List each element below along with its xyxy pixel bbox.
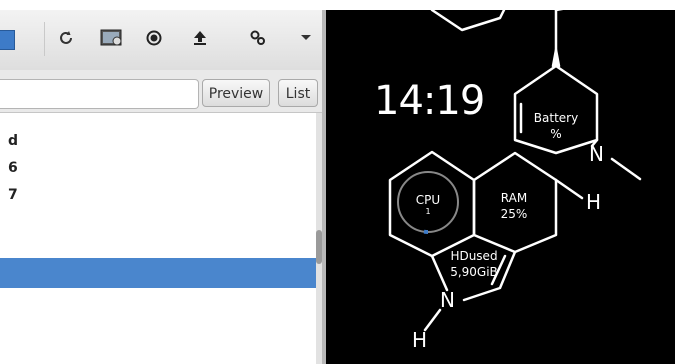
clock: 14:19 xyxy=(374,78,485,124)
hd-value: 5,90GiB xyxy=(450,265,498,279)
h-bond-1 xyxy=(554,178,584,200)
molecule-diagram xyxy=(388,2,642,332)
ram-widget: RAM 25% xyxy=(488,190,540,222)
cpu-widget: CPU 1 xyxy=(404,193,452,217)
nitrogen-atom-label: N xyxy=(589,142,604,166)
ram-value: 25% xyxy=(500,207,528,221)
hydrogen-atom-label: H xyxy=(586,190,602,214)
top-ring-bond xyxy=(430,8,506,32)
hydrogen-atom-label: H xyxy=(412,328,428,352)
wedge-bond xyxy=(551,48,561,68)
hd-widget: HDused 5,90GiB xyxy=(438,248,510,280)
nh-bond xyxy=(423,308,442,332)
hd-label: HDused xyxy=(450,249,498,263)
nitrogen-atom-label: N xyxy=(440,288,455,312)
ram-label: RAM xyxy=(500,191,528,205)
battery-label: Battery xyxy=(533,111,579,125)
methyl-bond xyxy=(610,157,642,181)
battery-widget: Battery % xyxy=(528,110,584,142)
carbonyl-double xyxy=(554,2,592,12)
cpu-value: 1 xyxy=(425,207,431,216)
battery-value: % xyxy=(550,127,562,141)
cpu-label: CPU xyxy=(415,193,441,207)
